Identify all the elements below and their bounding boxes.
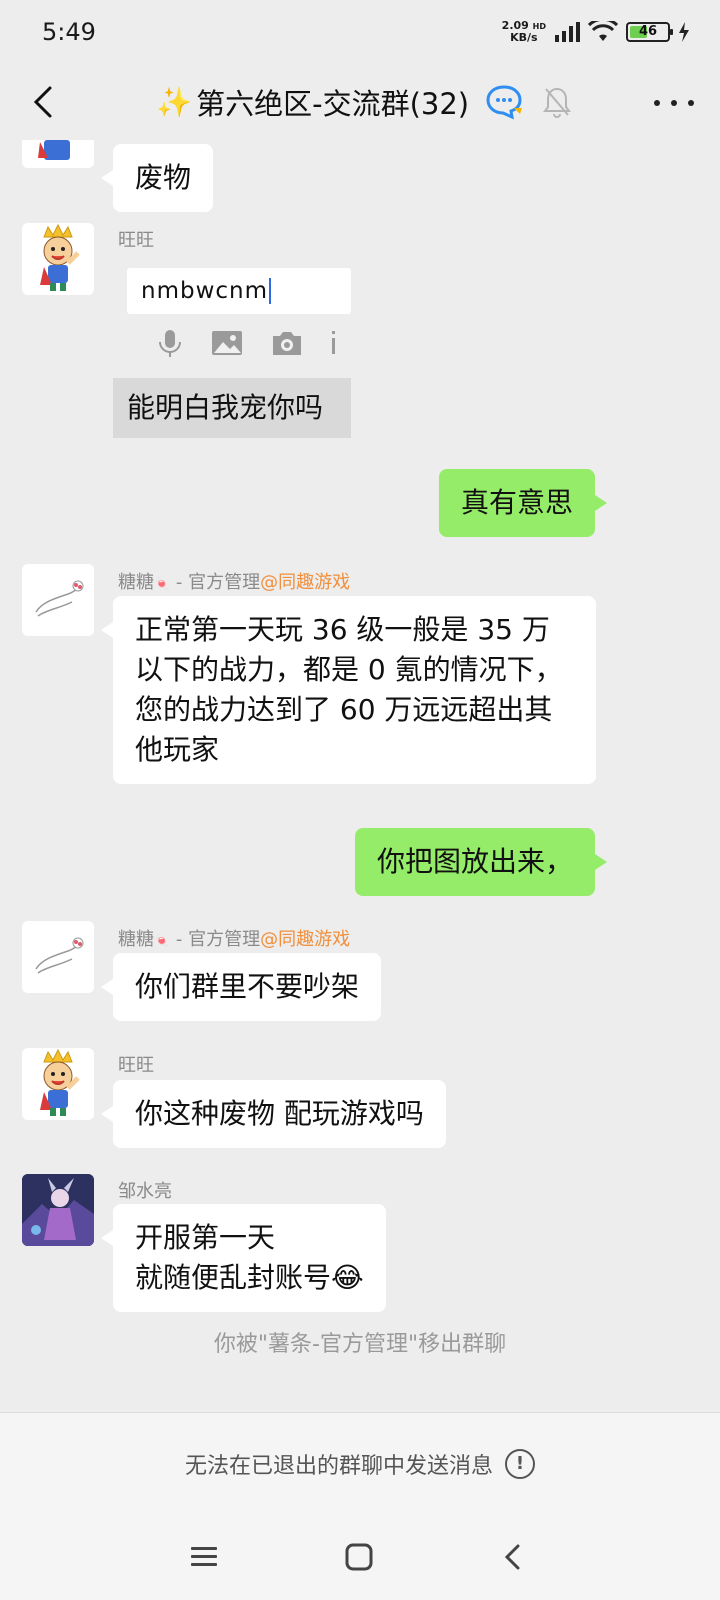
avatar-wangwang[interactable] [22, 223, 94, 295]
sender-name: 糖糖 [118, 572, 154, 593]
message-list[interactable]: 废物 旺旺 nmbwcnm 能明白我宠你吗 真有意思 糖糖🍬 - 官方管理@同趣… [0, 140, 720, 1410]
avatar-tangtang[interactable] [22, 921, 94, 993]
sketch-character-avatar-icon [35, 937, 84, 974]
status-time: 5:49 [42, 18, 96, 46]
sender-role: - 官方管理 [170, 929, 261, 950]
info-icon[interactable]: ! [505, 1448, 535, 1479]
nav-back-icon [504, 1544, 520, 1570]
status-indicators: 2.09 HD KB/s 46 [502, 20, 690, 43]
message-bubble[interactable]: 正常第一天玩 36 级一般是 35 万以下的战力，都是 0 氪的情况下，您的战力… [101, 596, 596, 784]
status-bar: 5:49 2.09 HD KB/s 46 [0, 0, 720, 64]
chat-header: ✨ 第六绝区-交流群(32) [0, 64, 720, 140]
cannot-send-notice: 无法在已退出的群聊中发送消息 [184, 1453, 493, 1479]
chat-title: ✨ 第六绝区-交流群(32) [156, 80, 469, 124]
more-icon [332, 331, 335, 354]
system-message: 你被"薯条-官方管理"移出群聊 [213, 1332, 507, 1357]
battery-icon: 46 [626, 21, 673, 42]
admin-tag: @同趣游戏 [260, 929, 351, 950]
message-bubble[interactable]: 你这种废物 配玩游戏吗 [101, 1080, 446, 1148]
network-speed: 2.09 HD KB/s [501, 19, 546, 44]
message-bubble-self[interactable]: 真有意思 [438, 469, 608, 537]
screenshot-bubble: 能明白我宠你吗 [113, 378, 351, 438]
camera-icon [273, 332, 301, 355]
microphone-icon [159, 330, 181, 357]
message-bubble[interactable]: 开服第一天 就随便乱封账号😂 [101, 1204, 386, 1312]
home-button[interactable] [336, 1534, 382, 1580]
avatar-tangtang[interactable] [22, 564, 94, 636]
sender-role: - 官方管理 [170, 572, 261, 593]
signal-icon [555, 21, 580, 42]
menu-icon [191, 1547, 217, 1566]
more-dot [654, 100, 660, 106]
cartoon-king-avatar-icon [38, 140, 70, 160]
battery-percent: 46 [638, 24, 658, 39]
tears-of-joy-emoji: 😂 [331, 1261, 364, 1294]
avatar-wangwang[interactable] [22, 1048, 94, 1120]
system-nav-bar [0, 1514, 720, 1600]
disabled-input-bar: 无法在已退出的群聊中发送消息 ! [0, 1412, 720, 1514]
message-bubble[interactable]: 你们群里不要吵架 [100, 953, 382, 1021]
sketch-character-avatar-icon [35, 580, 84, 617]
more-dot [688, 100, 694, 106]
text-cursor [269, 278, 272, 304]
more-button[interactable] [654, 88, 694, 118]
screenshot-toolbar [157, 328, 337, 358]
chat-bubble-icon[interactable] [486, 84, 524, 120]
sparkle-icon: ✨ [156, 84, 193, 119]
screenshot-input: nmbwcnm [127, 268, 351, 314]
candy-icon: 🍬 [154, 934, 171, 949]
home-square-icon [345, 1543, 373, 1571]
back-button[interactable] [24, 80, 68, 124]
group-name: 第六绝区-交流群(32) [196, 87, 470, 121]
screenshot-image[interactable]: nmbwcnm 能明白我宠你吗 [113, 264, 351, 440]
image-icon [212, 331, 242, 355]
admin-tag: @同趣游戏 [260, 572, 351, 593]
message-bubble[interactable]: 废物 [100, 144, 214, 212]
menu-button[interactable] [181, 1534, 227, 1580]
charging-icon [679, 21, 689, 42]
title-icons [486, 84, 572, 120]
game-character-avatar-icon [22, 1174, 94, 1246]
candy-icon: 🍬 [154, 577, 171, 592]
sender-line: 糖糖🍬 - 官方管理@同趣游戏 [118, 925, 350, 951]
sender-name: 旺旺 [118, 230, 154, 251]
chevron-left-icon [33, 86, 52, 118]
avatar-wangwang[interactable] [22, 140, 94, 168]
sender-line: 糖糖🍬 - 官方管理@同趣游戏 [118, 568, 350, 594]
sender-name: 邹水亮 [118, 1181, 172, 1202]
avatar-zoushuiliang[interactable] [22, 1174, 94, 1246]
wifi-icon [588, 20, 618, 41]
message-bubble-self[interactable]: 你把图放出来， [354, 828, 608, 896]
more-dot [671, 100, 677, 106]
cartoon-king-avatar-icon [40, 1048, 80, 1116]
mute-bell-icon[interactable] [542, 85, 572, 119]
cartoon-king-avatar-icon [40, 223, 80, 291]
nav-back-button[interactable] [490, 1534, 536, 1580]
sender-name: 糖糖 [118, 929, 154, 950]
sender-name: 旺旺 [118, 1055, 154, 1076]
